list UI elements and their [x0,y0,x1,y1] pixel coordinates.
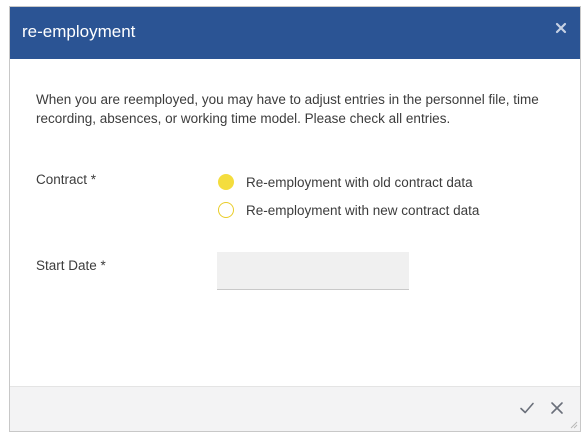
start-date-input[interactable] [217,252,409,290]
radio-button-unchecked[interactable] [218,202,234,218]
checkmark-icon[interactable] [518,399,536,417]
close-icon[interactable] [548,399,566,417]
contract-label: Contract * [36,172,97,187]
radio-option-old-contract[interactable]: Re-employment with old contract data [218,172,473,192]
dialog-description: When you are reemployed, you may have to… [36,92,539,126]
re-employment-dialog: re-employment When you are reemployed, y… [9,6,581,432]
dialog-title-bar: re-employment [10,7,580,59]
radio-option-new-contract[interactable]: Re-employment with new contract data [218,200,479,220]
dialog-title: re-employment [22,22,136,41]
radio-button-checked[interactable] [218,174,234,190]
dialog-footer [10,386,580,431]
resize-grip-icon[interactable] [568,419,578,429]
radio-label-old-contract: Re-employment with old contract data [246,174,473,190]
radio-label-new-contract: Re-employment with new contract data [246,202,480,218]
start-date-label: Start Date * [36,258,106,273]
close-icon[interactable] [554,21,568,35]
